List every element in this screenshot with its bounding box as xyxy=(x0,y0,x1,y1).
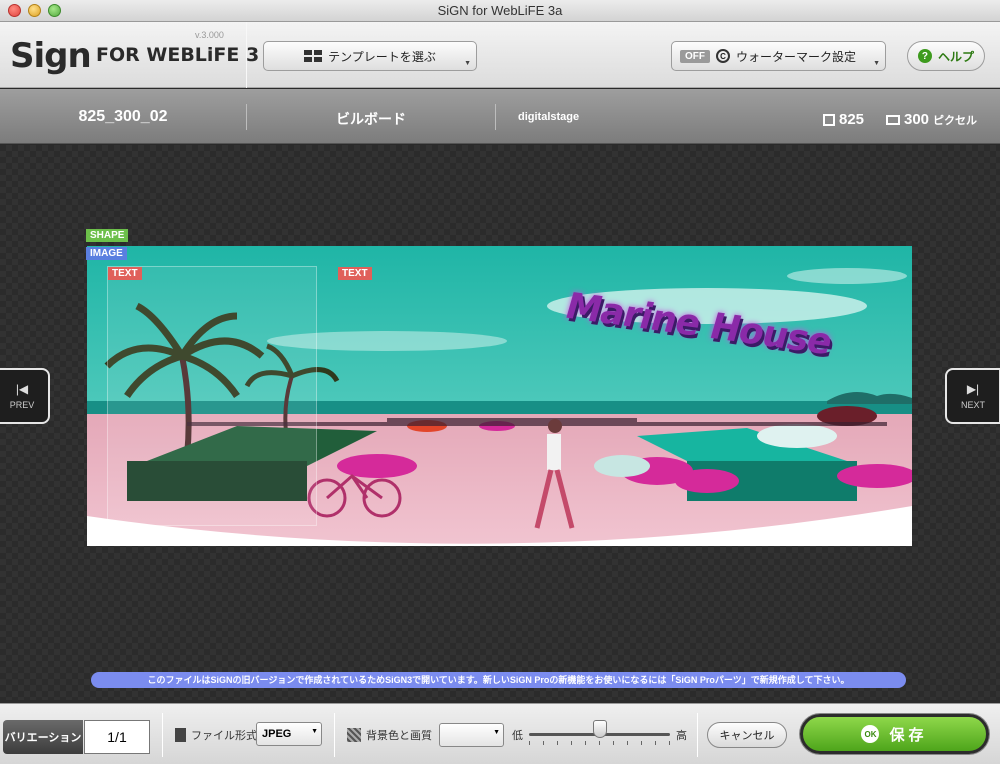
cancel-button[interactable]: キャンセル xyxy=(707,722,787,748)
canvas-stage: Marine House SHAPE IMAGE TEXT TEXT |◀ PR… xyxy=(0,145,1000,700)
dropdown-arrow-icon: ▼ xyxy=(464,60,471,67)
dropdown-arrow-icon: ▼ xyxy=(873,60,880,67)
height-display: 300 ピクセル xyxy=(886,111,977,128)
text-placeholder-frame[interactable] xyxy=(107,266,317,526)
save-label: 保存 xyxy=(889,726,928,744)
toolbar-divider xyxy=(246,22,247,88)
window-title: SiGN for WebLiFE 3a xyxy=(437,3,563,18)
document-info-bar: 825_300_02 ビルボード digitalstage 825 300 ピク… xyxy=(0,89,1000,144)
legacy-file-notice: このファイルはSiGNの旧バージョンで作成されているためSiGN3で開いています… xyxy=(91,672,906,688)
next-label: NEXT xyxy=(960,400,985,410)
file-format-label-group: ファイル形式 xyxy=(175,727,257,743)
file-format-select[interactable]: JPEG ▼ xyxy=(256,722,322,746)
dropdown-arrow-icon: ▼ xyxy=(493,729,500,736)
window-titlebar: SiGN for WebLiFE 3a xyxy=(0,0,1000,22)
question-icon: ? xyxy=(917,49,932,63)
info-divider xyxy=(495,104,496,130)
quality-high-label: 高 xyxy=(676,730,687,742)
copyright-icon: C xyxy=(716,49,730,63)
watermark-settings-label: ウォーターマーク設定 xyxy=(736,49,857,64)
text-layer-tag[interactable]: TEXT xyxy=(108,267,142,280)
quality-slider-thumb[interactable] xyxy=(592,720,607,738)
skip-forward-icon: ▶| xyxy=(966,382,980,396)
app-logo-subtitle: FOR WEBLiFE 3 xyxy=(96,44,260,66)
prev-button[interactable]: |◀ PREV xyxy=(0,368,50,424)
app-version: v.3.000 xyxy=(195,30,224,40)
bg-quality-label: 背景色と画質 xyxy=(366,730,432,742)
template-author: digitalstage xyxy=(518,111,580,123)
watermark-toggle[interactable]: OFF xyxy=(680,49,710,63)
template-select-button[interactable]: テンプレートを選ぶ ▼ xyxy=(263,41,477,71)
help-button[interactable]: ? ヘルプ xyxy=(907,41,985,71)
text-layer-tag[interactable]: TEXT xyxy=(338,267,372,280)
watermark-settings-button[interactable]: OFF C ウォーターマーク設定 ▼ xyxy=(671,41,886,71)
bottom-divider xyxy=(162,713,163,757)
grid-icon xyxy=(304,50,323,62)
bottom-divider xyxy=(334,713,335,757)
file-format-value: JPEG xyxy=(262,728,292,740)
background-color-select[interactable]: ▼ xyxy=(439,723,504,747)
template-type: ビルボード xyxy=(336,111,406,127)
bg-quality-label-group: 背景色と画質 xyxy=(347,727,432,743)
unit-label: ピクセル xyxy=(933,114,978,127)
top-toolbar: v.3.000 Sign FOR WEBLiFE 3 テンプレートを選ぶ ▼ O… xyxy=(0,22,1000,88)
shape-layer-tag[interactable]: SHAPE xyxy=(86,229,129,242)
next-button[interactable]: ▶| NEXT xyxy=(945,368,1000,424)
file-format-label: ファイル形式 xyxy=(191,730,257,742)
skip-back-icon: |◀ xyxy=(15,382,29,396)
template-select-label: テンプレートを選ぶ xyxy=(328,49,436,64)
document-name: 825_300_02 xyxy=(78,108,168,125)
save-button[interactable]: OK 保存 xyxy=(800,714,989,754)
quality-slider-ticks xyxy=(529,741,670,745)
variation-counter[interactable]: 1/1 xyxy=(84,720,150,754)
bottom-divider xyxy=(697,713,698,757)
quality-low-label: 低 xyxy=(512,730,523,742)
app-logo: Sign xyxy=(10,36,92,76)
ok-icon: OK xyxy=(861,725,880,743)
width-frame-icon xyxy=(823,113,835,126)
width-display: 825 xyxy=(823,111,864,128)
checker-icon xyxy=(347,728,361,742)
prev-label: PREV xyxy=(9,400,35,410)
height-value: 300 xyxy=(904,111,930,128)
banner-canvas[interactable]: Marine House xyxy=(87,246,912,546)
variation-label: バリエーション xyxy=(3,720,83,754)
dropdown-arrow-icon: ▼ xyxy=(311,728,318,735)
width-value: 825 xyxy=(839,111,865,128)
file-icon xyxy=(175,728,186,742)
image-layer-tag[interactable]: IMAGE xyxy=(86,247,127,260)
height-frame-icon xyxy=(886,114,900,125)
help-label: ヘルプ xyxy=(937,49,974,64)
